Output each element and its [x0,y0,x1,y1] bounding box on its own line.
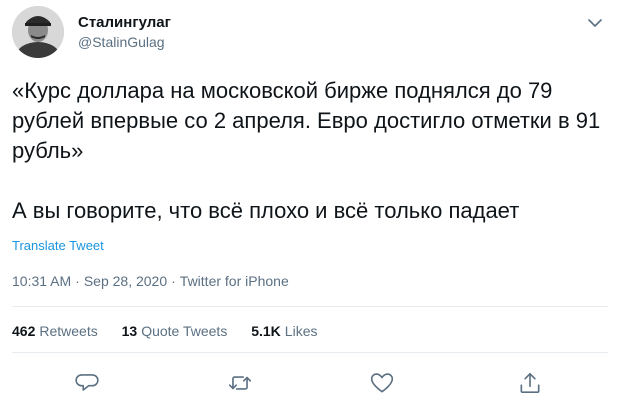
quote-tweets-stat[interactable]: 13 Quote Tweets [122,322,228,340]
likes-stat[interactable]: 5.1K Likes [251,322,317,340]
user-handle[interactable]: @StalinGulag [78,33,171,51]
quote-tweets-label: Quote Tweets [141,323,228,339]
tweet-header: Сталингулаг @StalinGulag [12,6,608,58]
quote-tweets-count: 13 [121,323,138,339]
display-name[interactable]: Сталингулаг [78,14,171,32]
chevron-down-icon[interactable] [584,12,606,34]
translate-tweet-link[interactable]: Translate Tweet [12,238,104,254]
separator-dot: · [75,273,80,289]
divider [12,352,608,353]
tweet-source[interactable]: Twitter for iPhone [180,273,289,289]
divider [12,306,608,307]
avatar[interactable] [12,6,64,58]
likes-label: Likes [284,323,318,339]
retweet-icon[interactable] [227,370,253,396]
avatar-image [12,6,64,58]
separator-dot: · [171,273,176,289]
retweets-label: Retweets [39,323,98,339]
tweet-stats: 462 Retweets 13 Quote Tweets 5.1K Likes [12,322,337,340]
tweet-time[interactable]: 10:31 AM [12,273,71,289]
tweet-meta: 10:31 AM · Sep 28, 2020 · Twitter for iPhone [12,272,289,290]
retweets-count: 462 [12,323,36,339]
tweet: Сталингулаг @StalinGulag «Курс доллара н… [0,0,620,408]
tweet-date[interactable]: Sep 28, 2020 [84,273,167,289]
reply-icon[interactable] [74,370,100,396]
likes-count: 5.1K [251,323,281,339]
tweet-actions [12,366,608,400]
tweet-paragraph: «Курс доллара на московской бирже поднял… [12,78,601,163]
tweet-paragraph: А вы говорите, что всё плохо и всё тольк… [12,198,520,223]
retweets-stat[interactable]: 462 Retweets [12,322,98,340]
share-icon[interactable] [517,370,543,396]
tweet-text: «Курс доллара на московской бирже поднял… [12,76,608,226]
user-names: Сталингулаг @StalinGulag [78,14,171,51]
heart-icon[interactable] [369,370,395,396]
